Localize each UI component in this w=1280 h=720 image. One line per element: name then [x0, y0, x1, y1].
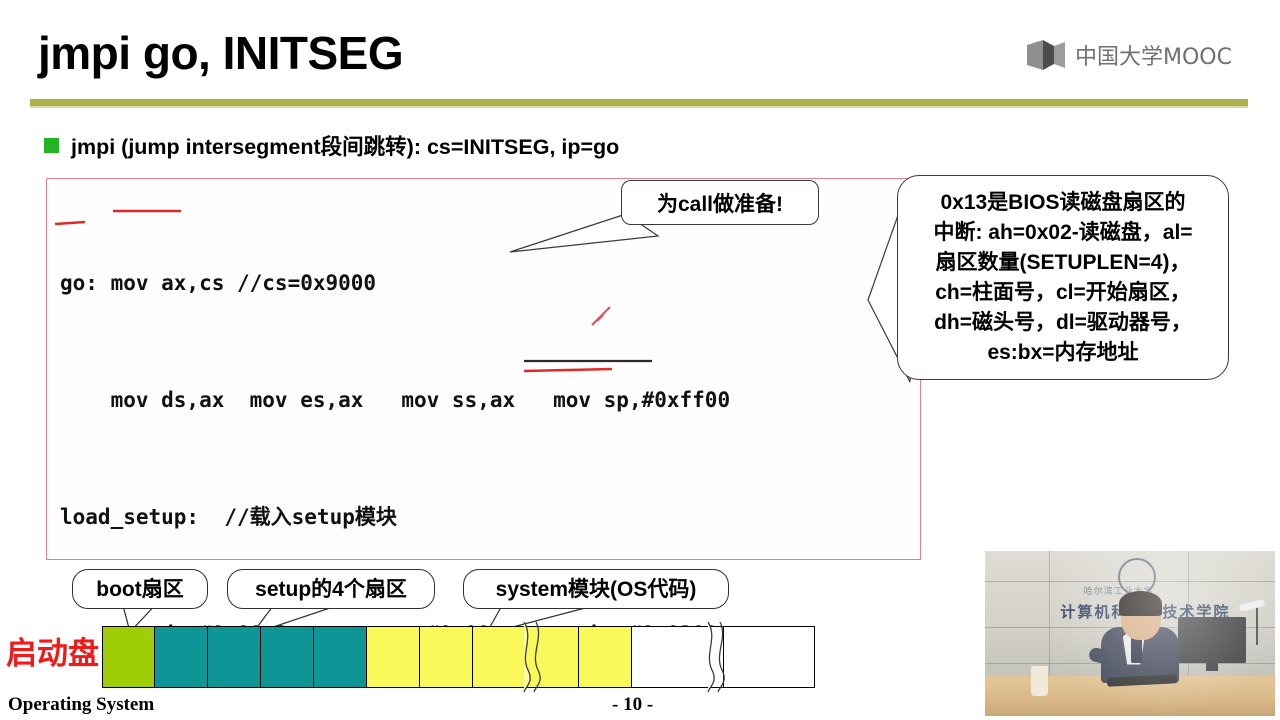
- disk-cell-empty: [724, 627, 814, 687]
- video-light-glow: [985, 551, 1275, 716]
- code-line: mov ds,ax mov es,ax mov ss,ax mov sp,#0x…: [60, 388, 731, 412]
- disk-cell-system: [526, 627, 579, 687]
- footer-page-number: - 10 -: [612, 694, 654, 715]
- bullet-line: jmpi (jump intersegment段间跳转): cs=INITSEG…: [44, 130, 619, 161]
- title-divider: [30, 99, 1248, 106]
- disk-cell-boot: [103, 627, 155, 687]
- disk-label-boot-text: boot扇区: [96, 577, 184, 601]
- slide-root: jmpi go, INITSEG 中国大学MOOC jmpi (jump int…: [0, 0, 1280, 720]
- disk-label-boot: boot扇区: [72, 569, 208, 609]
- callout-call-note: 为call做准备!: [621, 180, 819, 225]
- disk-strip: [102, 626, 815, 688]
- disk-label-setup-text: setup的4个扇区: [255, 577, 407, 601]
- mooc-logo: 中国大学MOOC: [1026, 39, 1232, 71]
- disk-cell-setup: [314, 627, 367, 687]
- lecturer-video-thumbnail[interactable]: 哈尔滨工业大学 计算机科学与技术学院: [985, 551, 1275, 716]
- code-line: load_setup: //载入setup模块: [60, 505, 397, 529]
- footer-course-name: Operating System: [8, 694, 155, 715]
- callout-bios-line: 0x13是BIOS读磁盘扇区的: [940, 190, 1186, 214]
- disk-title: 启动盘: [6, 636, 99, 672]
- callout-bios-line: dh=磁头号，dl=驱动器号，: [934, 310, 1192, 334]
- disk-cell-system: [367, 627, 420, 687]
- disk-cell-setup: [261, 627, 314, 687]
- mooc-book-icon: [1027, 40, 1065, 70]
- callout-bios-note: 0x13是BIOS读磁盘扇区的 中断: ah=0x02-读磁盘，al= 扇区数量…: [897, 175, 1229, 380]
- disk-label-setup: setup的4个扇区: [227, 569, 435, 609]
- disk-cell-system: [579, 627, 632, 687]
- disk-label-system-text: system模块(OS代码): [495, 577, 697, 601]
- mooc-logo-text: 中国大学MOOC: [1075, 45, 1232, 70]
- callout-call-text: 为call做准备!: [656, 192, 784, 216]
- disk-label-system: system模块(OS代码): [463, 569, 729, 609]
- disk-cell-setup: [155, 627, 208, 687]
- bullet-square-icon: [44, 138, 59, 153]
- callout-bios-line: es:bx=内存地址: [987, 340, 1139, 364]
- disk-cell-setup: [208, 627, 261, 687]
- code-line: go: mov ax,cs //cs=0x9000: [60, 271, 377, 295]
- disk-cell-empty: [632, 627, 724, 687]
- disk-cell-system: [473, 627, 526, 687]
- callout-bios-line: ch=柱面号，cl=开始扇区，: [935, 280, 1191, 304]
- bullet-label: jmpi (jump intersegment段间跳转): cs=INITSEG…: [71, 135, 620, 159]
- callout-bios-line: 扇区数量(SETUPLEN=4)，: [935, 250, 1191, 274]
- title-divider-thin: [30, 106, 1248, 108]
- page-title: jmpi go, INITSEG: [38, 27, 404, 79]
- callout-bios-line: 中断: ah=0x02-读磁盘，al=: [933, 220, 1193, 244]
- disk-cell-system: [420, 627, 473, 687]
